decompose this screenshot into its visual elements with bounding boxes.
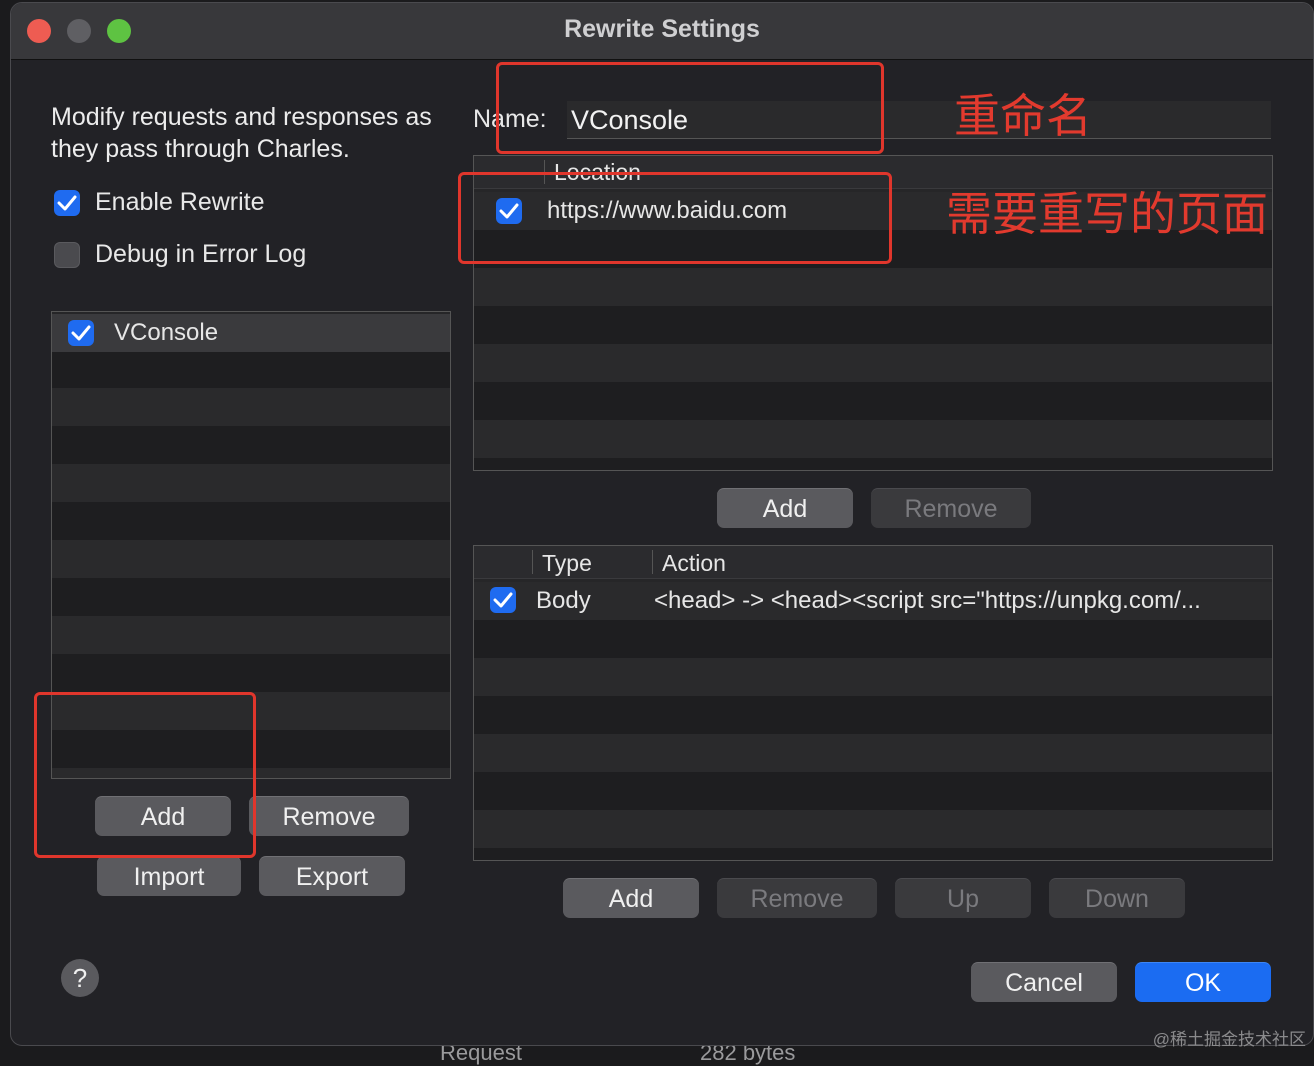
add-location-button[interactable]: Add <box>717 488 853 528</box>
checkmark-icon <box>493 592 513 608</box>
rule-action: <head> -> <head><script src="https://unp… <box>654 587 1201 614</box>
remove-set-button[interactable]: Remove <box>249 796 409 836</box>
action-column-header[interactable]: Action <box>662 550 726 577</box>
rewrite-settings-dialog: Rewrite Settings Modify requests and res… <box>10 2 1314 1046</box>
debug-error-log-label[interactable]: Debug in Error Log <box>95 240 306 269</box>
annotation-box-name <box>496 62 884 154</box>
enable-rewrite-label[interactable]: Enable Rewrite <box>95 188 265 217</box>
window-title: Rewrite Settings <box>564 15 760 43</box>
enable-rewrite-checkbox[interactable] <box>54 190 80 216</box>
type-column-header[interactable]: Type <box>542 550 592 577</box>
table-row[interactable]: Body <head> -> <head><script src="https:… <box>474 582 1272 620</box>
checkmark-icon <box>57 195 77 211</box>
list-item[interactable]: VConsole <box>52 314 450 352</box>
move-up-button[interactable]: Up <box>895 878 1031 918</box>
export-button[interactable]: Export <box>259 856 405 896</box>
annotation-pages: 需要重写的页面 <box>946 187 1268 241</box>
set-enabled-checkbox[interactable] <box>68 320 94 346</box>
description-text: Modify requests and responses as they pa… <box>51 103 432 163</box>
help-button[interactable]: ? <box>61 959 99 997</box>
watermark: @稀土掘金技术社区 <box>1152 1030 1306 1049</box>
move-down-button[interactable]: Down <box>1049 878 1185 918</box>
remove-rule-button[interactable]: Remove <box>717 878 877 918</box>
annotation-box-location <box>458 172 892 264</box>
checkmark-icon <box>71 325 91 341</box>
cancel-button[interactable]: Cancel <box>971 962 1117 1002</box>
title-bar: Rewrite Settings <box>11 3 1313 60</box>
rule-enabled-checkbox[interactable] <box>490 587 516 613</box>
rule-type: Body <box>536 587 591 614</box>
remove-location-button[interactable]: Remove <box>871 488 1031 528</box>
add-rule-button[interactable]: Add <box>563 878 699 918</box>
rules-table[interactable]: Type Action Body <head> -> <head><script… <box>473 545 1273 861</box>
ok-button[interactable]: OK <box>1135 962 1271 1002</box>
annotation-box-add <box>34 692 256 858</box>
annotation-rename: 重命名 <box>954 89 1092 143</box>
rules-header: Type Action <box>474 546 1272 579</box>
set-name: VConsole <box>114 319 219 346</box>
debug-error-log-checkbox[interactable] <box>54 242 80 268</box>
import-button[interactable]: Import <box>97 856 241 896</box>
